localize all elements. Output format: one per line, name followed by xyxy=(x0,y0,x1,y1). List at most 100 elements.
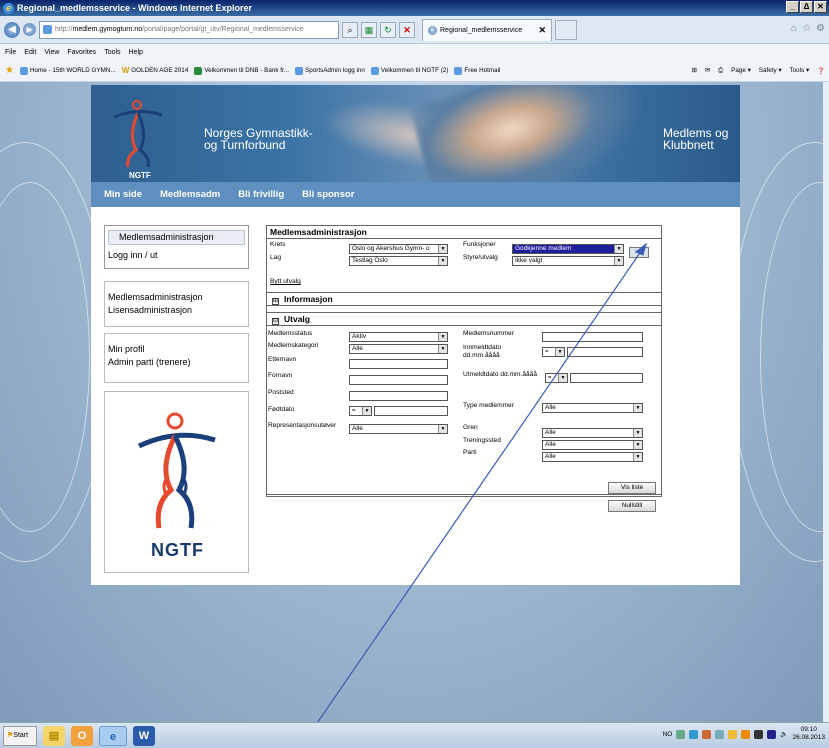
type-medlemmer-label: Type medlemmer xyxy=(463,402,514,409)
gren-select[interactable]: Alle ▼ xyxy=(542,428,643,438)
left-menu-login[interactable]: Logg inn / ut xyxy=(105,245,248,260)
left-menu-admin-parti[interactable]: Admin parti (trenere) xyxy=(108,356,248,369)
chevron-down-icon: ▼ xyxy=(362,407,371,415)
tray-app-icon[interactable] xyxy=(767,729,777,739)
fav-link[interactable]: W GOLDEN AGE 2014 xyxy=(122,66,189,75)
treningssted-value: Alle xyxy=(545,441,556,448)
search-dropdown-icon[interactable]: ⌕ xyxy=(342,21,358,38)
tray-app-icon[interactable] xyxy=(754,729,764,739)
nav-medlemsadm[interactable]: Medlemsadm xyxy=(160,189,220,200)
left-menu-lisensadministrasjon[interactable]: Lisensadministrasjon xyxy=(108,304,248,317)
treningssted-label: Treningssted xyxy=(463,437,501,444)
vertical-scrollbar[interactable] xyxy=(823,82,829,722)
funksjoner-select[interactable]: Godkjenne medlem ▼ xyxy=(512,244,624,254)
minimize-button[interactable]: _ xyxy=(786,1,799,13)
print-icon[interactable]: ⎙ xyxy=(718,67,723,75)
innmeldtdato-input[interactable] xyxy=(567,347,643,357)
start-button[interactable]: ⚑Start xyxy=(3,725,37,746)
utmeldtdato-input[interactable] xyxy=(570,373,643,383)
rss-icon[interactable]: ⊞ xyxy=(692,67,697,74)
cmd-page[interactable]: Page ▾ xyxy=(731,67,751,74)
nav-bli-sponsor[interactable]: Bli sponsor xyxy=(302,189,354,200)
fav-link[interactable]: Home - 15th WORLD GYMN... xyxy=(19,66,116,75)
menu-help[interactable]: Help xyxy=(129,49,143,56)
mail-icon[interactable]: ✉ xyxy=(705,67,710,74)
compatibility-icon[interactable]: ▦ xyxy=(361,21,377,38)
treningssted-select[interactable]: Alle ▼ xyxy=(542,440,643,450)
tray-app-icon[interactable] xyxy=(676,729,686,739)
menu-tools[interactable]: Tools xyxy=(104,49,120,56)
parti-select[interactable]: Alle ▼ xyxy=(542,452,643,462)
favorites-star-icon[interactable]: ☆ xyxy=(802,23,811,34)
menu-file[interactable]: File xyxy=(5,49,16,56)
krets-select[interactable]: Oslo og Akershus Gymn- o ▼ xyxy=(349,244,448,254)
tray-app-icon[interactable] xyxy=(689,729,699,739)
internet-explorer-icon[interactable]: e xyxy=(99,725,127,746)
utmeldtdato-operator[interactable]: = ▼ xyxy=(545,373,568,383)
settings-gear-icon[interactable]: ⚙ xyxy=(816,23,825,34)
nav-bli-frivillig[interactable]: Bli frivillig xyxy=(238,189,284,200)
address-bar[interactable]: http://medlem.gymogturn.no/portal/page/p… xyxy=(39,20,339,39)
vis-liste-button[interactable]: Vis liste xyxy=(608,482,656,494)
fodtdato-input[interactable] xyxy=(374,406,448,416)
lag-select[interactable]: Testlag Oslo ▼ xyxy=(349,256,448,266)
close-window-button[interactable]: ✕ xyxy=(814,1,827,13)
section-informasjon[interactable]: ⊞ Informasjon xyxy=(267,292,661,306)
etternavn-input[interactable] xyxy=(349,359,448,369)
parti-label: Parti xyxy=(463,449,477,456)
krets-value: Oslo og Akershus Gymn- o xyxy=(352,245,430,252)
tray-app-icon[interactable] xyxy=(702,729,712,739)
left-menu-medlemsadministrasjon[interactable]: Medlemsadministrasjon xyxy=(108,291,248,304)
tab-close-icon[interactable]: ✕ xyxy=(538,25,546,36)
fav-link[interactable]: SportsAdmin logg inn xyxy=(295,66,365,75)
new-tab-button[interactable] xyxy=(555,19,577,40)
section-utvalg[interactable]: ⊟ Utvalg xyxy=(267,312,661,326)
poststed-input[interactable] xyxy=(349,391,448,401)
styre-select[interactable]: Ikke valgt ▼ xyxy=(512,256,624,266)
medlemsstatus-select[interactable]: Aktiv ▼ xyxy=(349,332,448,342)
restore-button[interactable]: Δ xyxy=(800,1,813,13)
language-indicator[interactable]: NO xyxy=(663,731,673,738)
browser-tab[interactable]: e Regional_medlemsservice ✕ xyxy=(422,18,552,41)
menu-edit[interactable]: Edit xyxy=(24,49,36,56)
clock[interactable]: 09:10 26.08.2013 xyxy=(792,726,825,742)
volume-icon[interactable]: 🔈 xyxy=(780,730,788,738)
outlook-icon[interactable]: O xyxy=(71,725,93,746)
tray-app-icon[interactable] xyxy=(715,729,725,739)
word-icon[interactable]: W xyxy=(133,725,155,746)
cmd-tools[interactable]: Tools ▾ xyxy=(790,67,810,74)
styre-value: Ikke valgt xyxy=(515,257,543,264)
back-icon[interactable]: ◀ xyxy=(4,21,20,38)
representasjon-select[interactable]: Alle ▼ xyxy=(349,424,448,434)
home-icon[interactable]: ⌂ xyxy=(791,23,797,34)
left-menu-min-profil[interactable]: Min profil xyxy=(108,343,248,356)
fodtdato-operator[interactable]: = ▼ xyxy=(349,406,372,416)
left-menu-active[interactable]: Medlemsadministrasjon xyxy=(108,230,245,245)
medlemsnummer-input[interactable] xyxy=(542,332,643,342)
refresh-icon[interactable]: ↻ xyxy=(380,21,396,38)
menu-favorites[interactable]: Favorites xyxy=(67,49,96,56)
favorites-star-icon[interactable]: ★ xyxy=(5,65,14,76)
stop-icon[interactable]: ✕ xyxy=(399,21,415,38)
fav-link[interactable]: Velkommen til DNB - Bank fr... xyxy=(194,66,289,75)
forward-icon[interactable]: ▶ xyxy=(23,23,36,36)
menu-view[interactable]: View xyxy=(44,49,59,56)
medlemskategori-select[interactable]: Alle ▼ xyxy=(349,344,448,354)
fav-link[interactable]: Free Hotmail xyxy=(454,66,500,75)
explorer-folder-icon[interactable]: ▤ xyxy=(43,725,65,746)
innmeldtdato-operator[interactable]: = ▼ xyxy=(542,347,565,357)
bytt-utvalg-link[interactable]: Bytt utvalg xyxy=(270,278,301,285)
nullstill-button[interactable]: Nullstill xyxy=(608,500,656,512)
page-icon xyxy=(454,66,463,75)
fav-link[interactable]: Velkommen til NGTF (2) xyxy=(370,66,448,75)
go-button[interactable]: >>> xyxy=(629,247,649,258)
tab-label: Regional_medlemsservice xyxy=(440,26,523,34)
tray-app-icon[interactable] xyxy=(741,729,751,739)
type-medlemmer-select[interactable]: Alle ▼ xyxy=(542,403,643,413)
nav-min-side[interactable]: Min side xyxy=(104,189,142,200)
tray-app-icon[interactable] xyxy=(728,729,738,739)
tab-ie-icon: e xyxy=(428,25,437,35)
cmd-safety[interactable]: Safety ▾ xyxy=(759,67,782,74)
help-icon[interactable]: ❓ xyxy=(817,67,825,75)
fornavn-input[interactable] xyxy=(349,375,448,385)
